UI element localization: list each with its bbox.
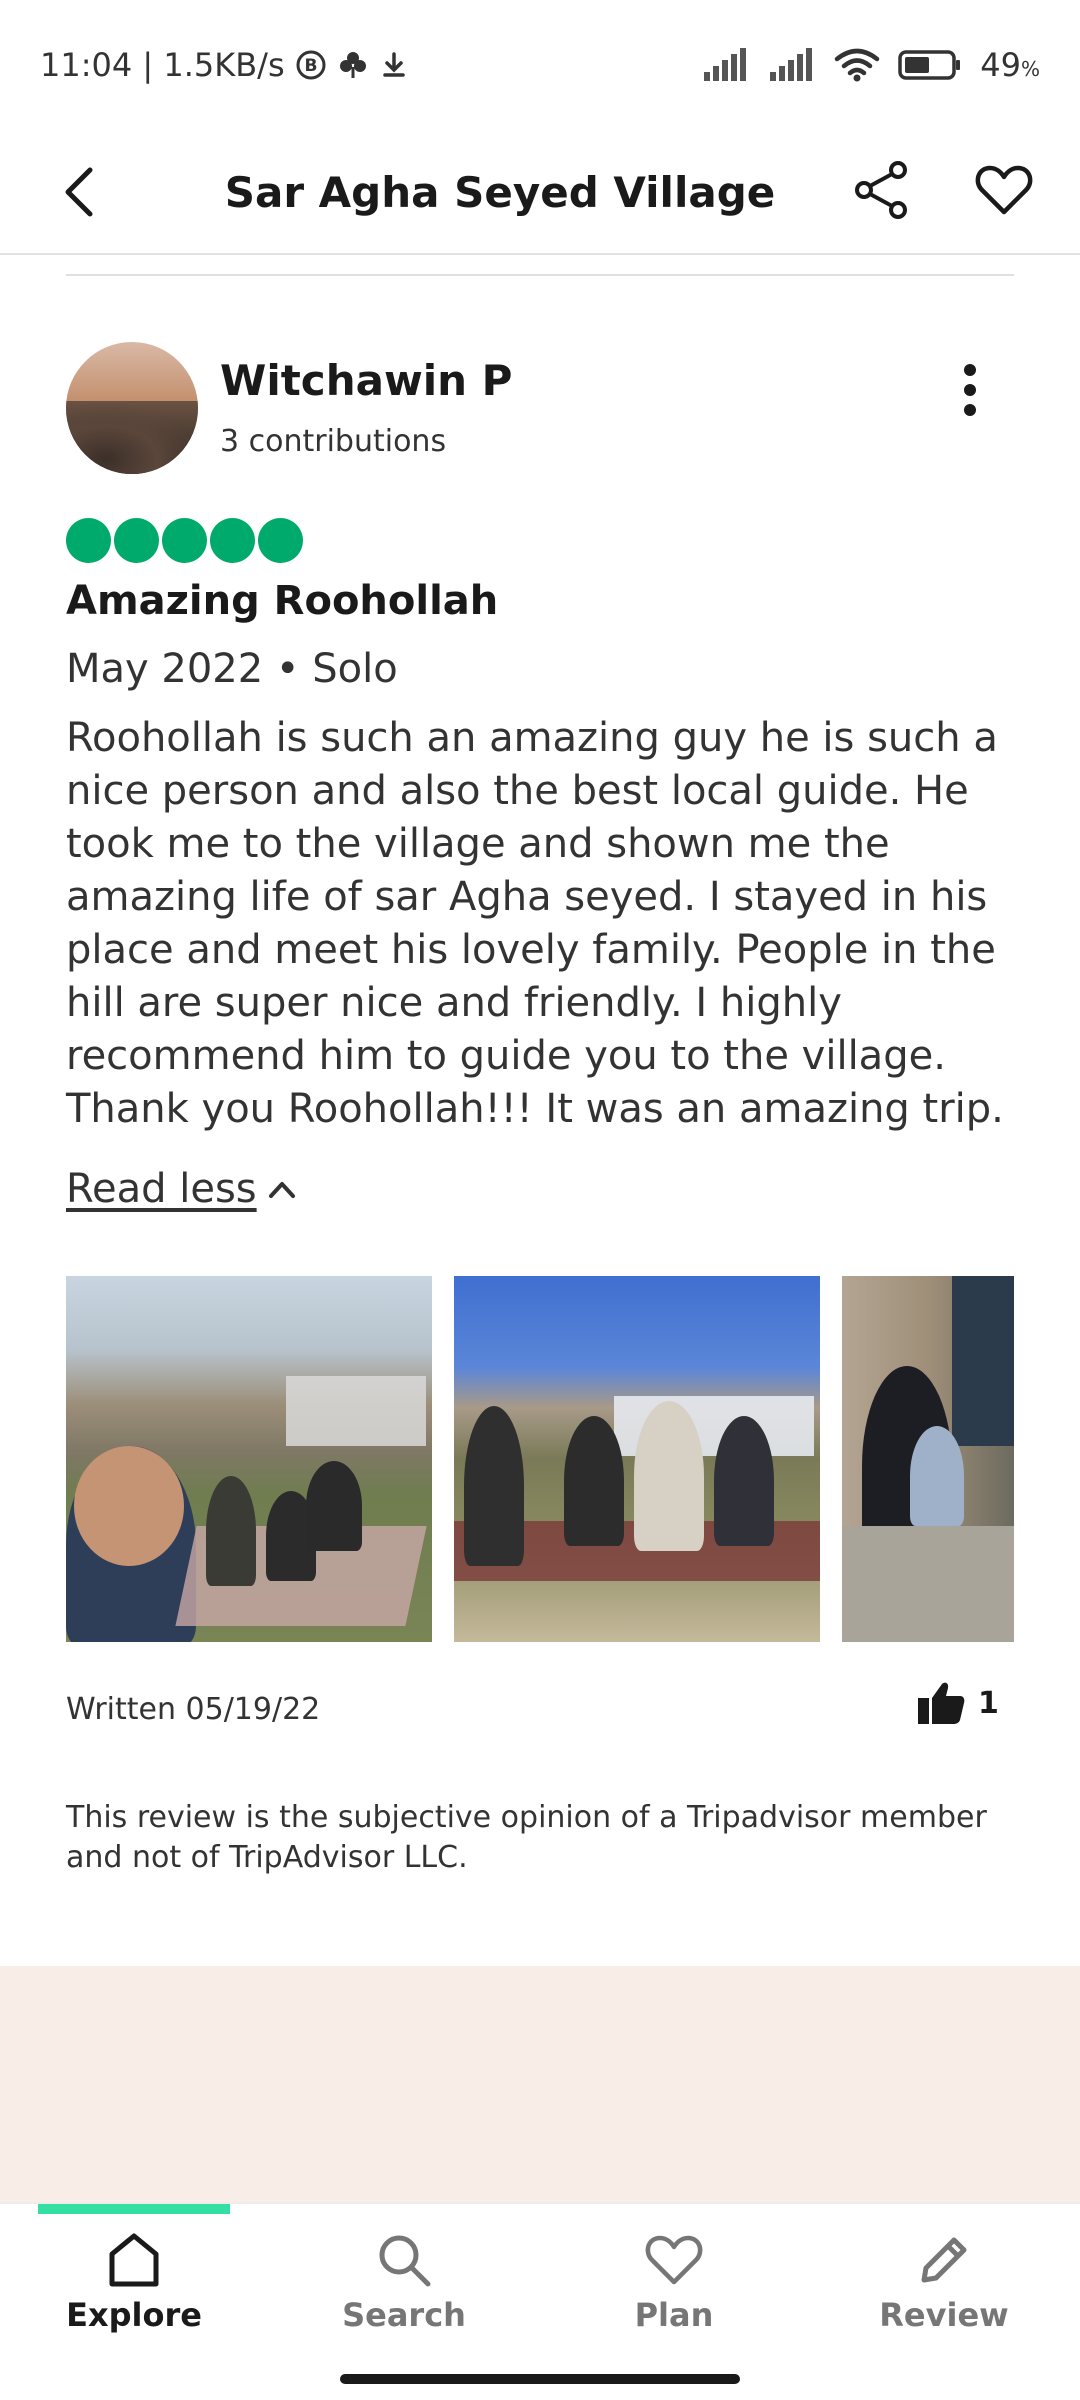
home-indicator[interactable]	[340, 2374, 740, 2384]
nav-explore-label: Explore	[66, 2296, 202, 2334]
download-icon	[379, 50, 409, 80]
pencil-icon	[921, 2237, 967, 2283]
review-title: Amazing Roohollah	[66, 578, 499, 624]
signal-icon	[768, 48, 816, 82]
heart-icon	[645, 2235, 703, 2285]
chevron-up-icon	[268, 1182, 295, 1198]
top-app-bar: Sar Agha Seyed Village	[0, 130, 1080, 255]
status-left: 11:04 | 1.5KB/s B	[40, 46, 409, 84]
review-photos	[66, 1276, 1014, 1642]
wifi-icon	[834, 48, 880, 82]
clover-icon	[337, 49, 369, 81]
back-button[interactable]	[52, 152, 108, 232]
review-meta: May 2022 • Solo	[66, 646, 398, 692]
review-photo[interactable]	[66, 1276, 432, 1642]
rating-bubble-icon	[210, 518, 255, 563]
nav-search[interactable]: Search	[304, 2230, 504, 2360]
thumbs-up-icon	[918, 1682, 965, 1724]
status-bar: 11:04 | 1.5KB/s B 49%	[0, 0, 1080, 130]
signal-icon	[702, 48, 750, 82]
battery-percent: 49%	[980, 46, 1040, 84]
nav-plan[interactable]: Plan	[574, 2230, 774, 2360]
rating-bubble-icon	[114, 518, 159, 563]
b-badge-icon: B	[295, 49, 327, 81]
written-date: Written 05/19/22	[66, 1692, 321, 1727]
rating-bubbles	[66, 518, 303, 563]
helpful-vote-count: 1	[978, 1685, 999, 1721]
read-less-label: Read less	[66, 1166, 257, 1212]
review-body: Roohollah is such an amazing guy he is s…	[66, 715, 1004, 1132]
helpful-vote-button[interactable]: 1	[916, 1680, 999, 1726]
nav-review-label: Review	[879, 2296, 1009, 2334]
review-photo[interactable]	[454, 1276, 820, 1642]
review-disclaimer: This review is the subjective opinion of…	[66, 1800, 987, 1875]
page-title: Sar Agha Seyed Village	[224, 168, 776, 217]
rating-bubble-icon	[162, 518, 207, 563]
more-vertical-icon	[964, 364, 976, 376]
status-time: 11:04 | 1.5KB/s	[40, 46, 285, 84]
heart-icon	[975, 165, 1033, 215]
battery-icon	[898, 49, 962, 81]
nav-active-indicator	[38, 2204, 230, 2214]
read-less-link[interactable]: Read less	[66, 1166, 297, 1212]
nav-review[interactable]: Review	[844, 2230, 1044, 2360]
nav-plan-label: Plan	[634, 2296, 714, 2334]
nav-search-label: Search	[342, 2296, 466, 2334]
footer-area	[0, 1966, 1080, 2202]
nav-explore[interactable]: Explore	[34, 2230, 234, 2360]
save-heart-button[interactable]	[972, 150, 1036, 230]
divider	[66, 274, 1014, 276]
svg-text:B: B	[304, 56, 317, 76]
reviewer-name[interactable]: Witchawin P	[220, 356, 512, 405]
reviewer-contributions: 3 contributions	[220, 424, 447, 459]
rating-bubble-icon	[258, 518, 303, 563]
bottom-navigation: Explore Search Plan Review	[0, 2202, 1080, 2400]
share-button[interactable]	[850, 150, 914, 230]
share-icon	[855, 161, 907, 219]
review-photo[interactable]	[842, 1276, 1014, 1642]
chevron-left-icon	[65, 167, 93, 217]
more-options-button[interactable]	[940, 350, 1000, 430]
home-icon	[109, 2233, 159, 2287]
status-right: 49%	[702, 46, 1040, 84]
rating-bubble-icon	[66, 518, 111, 563]
avatar[interactable]	[66, 342, 198, 474]
search-icon	[379, 2235, 431, 2287]
